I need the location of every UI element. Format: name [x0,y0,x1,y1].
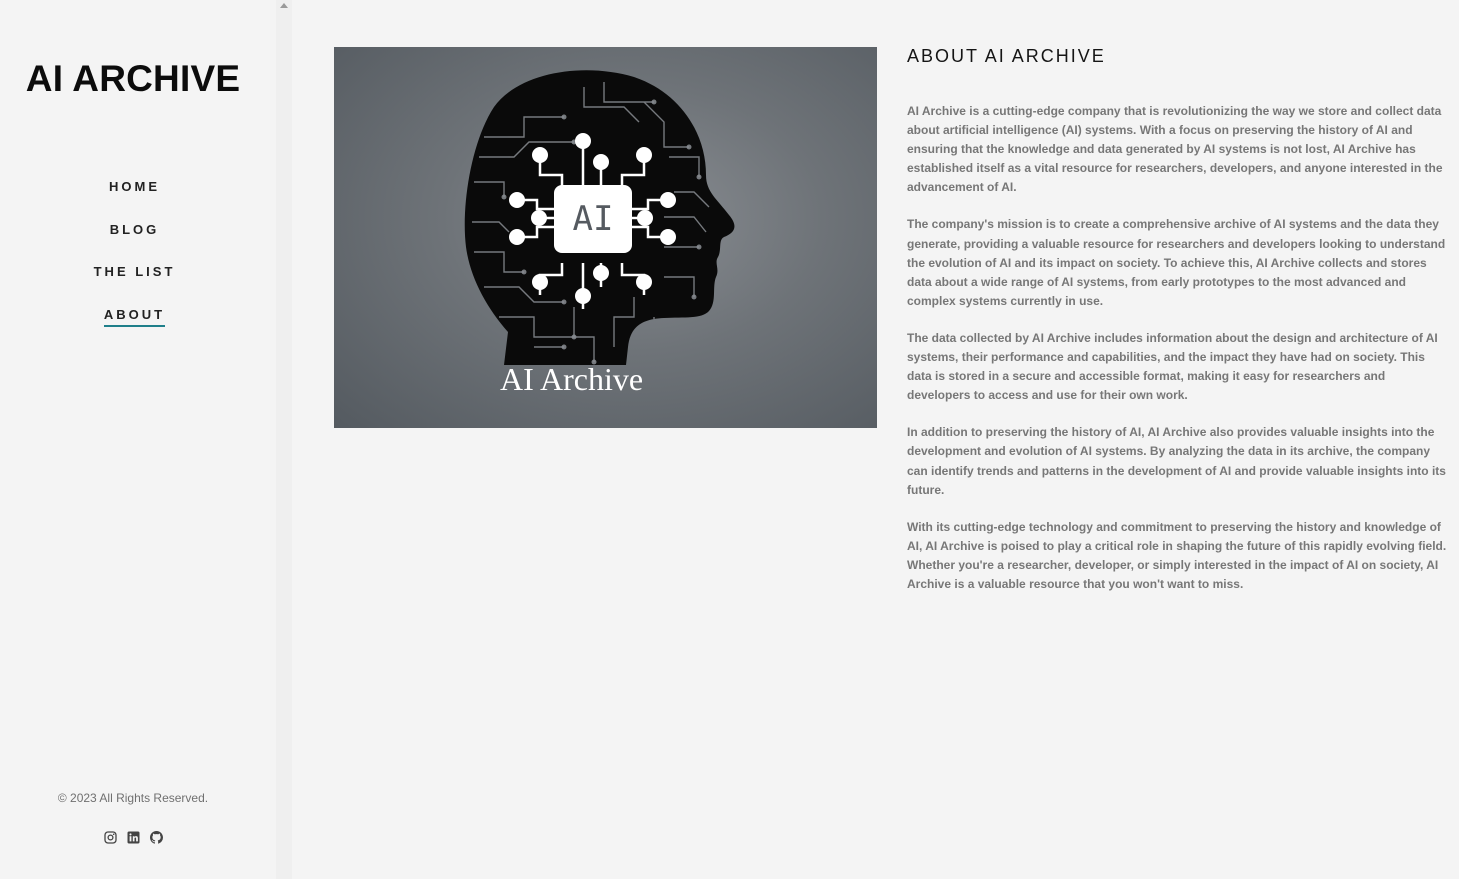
nav-item-label: THE LIST [93,264,176,279]
main-nav: HOME BLOG THE LIST ABOUT [0,178,266,348]
sidebar: AI ARCHIVE HOME BLOG THE LIST ABOUT © 20… [0,0,276,879]
about-article: ABOUT AI ARCHIVE AI Archive is a cutting… [907,44,1447,612]
article-body: AI Archive is a cutting-edge company tha… [907,102,1447,594]
nav-item-blog[interactable]: BLOG [0,221,266,264]
nav-item-label: BLOG [109,221,160,237]
hero-image: AI AI Archive [334,47,877,428]
github-icon[interactable] [149,831,163,844]
article-paragraph: AI Archive is a cutting-edge company tha… [907,104,1443,195]
article-paragraph: The company's mission is to create a com… [907,217,1446,308]
nav-item-label: HOME [109,179,160,194]
nav-item-about[interactable]: ABOUT [0,306,266,349]
article-paragraph: In addition to preserving the history of… [907,425,1446,497]
hero-caption: AI Archive [499,361,644,397]
site-logo[interactable]: AI ARCHIVE [0,57,266,101]
instagram-icon[interactable] [103,831,117,844]
article-paragraph: The data collected by AI Archive include… [907,330,1438,403]
page-title: ABOUT AI ARCHIVE [907,46,1106,66]
nav-item-the-list[interactable]: THE LIST [0,263,266,306]
copyright-text: © 2023 All Rights Reserved. [57,791,209,805]
chip-label: AI [573,199,614,239]
nav-item-home[interactable]: HOME [0,178,266,221]
social-links [0,831,266,844]
page: AI ARCHIVE HOME BLOG THE LIST ABOUT © 20… [0,0,1459,879]
nav-item-label: ABOUT [103,306,166,327]
scrollbar[interactable] [276,0,292,879]
scroll-up-arrow-icon[interactable] [280,3,288,8]
linkedin-icon[interactable] [127,831,140,844]
article-paragraph: With its cutting-edge technology and com… [907,519,1447,591]
